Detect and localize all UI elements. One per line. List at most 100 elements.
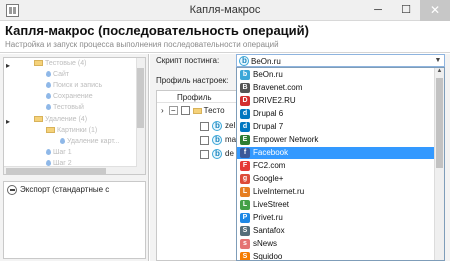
bravenet-icon: B xyxy=(240,83,250,93)
dropdown-item-privet[interactable]: P Privet.ru xyxy=(237,212,435,224)
tree-item-label: Поиск и запись xyxy=(53,82,103,89)
tree-item-kartinki[interactable]: Картинки (1) xyxy=(46,127,97,138)
script-dropdown-list: b BeOn.ru B Bravenet.com D DRIVE2.RU d Drupa… xyxy=(236,67,445,261)
column-label: Профиль xyxy=(177,93,212,102)
dropdown-item-drupal-6[interactable]: d Drupal 6 xyxy=(237,108,435,120)
dropdown-item-liveinternet[interactable]: L LiveInternet.ru xyxy=(237,186,435,198)
export-item[interactable]: Экспорт (стандартные с xyxy=(20,185,109,194)
page-title: Капля-макрос (последовательность операци… xyxy=(5,23,309,38)
drop-icon xyxy=(60,138,65,145)
tree-item-udalenie-kart[interactable]: Удаление карт... xyxy=(60,138,120,149)
fc2-icon: F xyxy=(240,161,250,171)
drop-icon xyxy=(46,82,51,89)
drupal-icon: d xyxy=(240,122,250,132)
livestreet-icon: L xyxy=(240,200,250,210)
dropdown-item-drupal-7[interactable]: d Drupal 7 xyxy=(237,121,435,133)
scrollbar-thumb[interactable] xyxy=(137,68,144,128)
folder-icon xyxy=(34,116,43,123)
chevron-right-icon[interactable]: › xyxy=(161,106,164,115)
dropdown-item-label: FC2.com xyxy=(253,161,286,170)
beon-icon xyxy=(212,149,222,159)
profile-row-label: ma xyxy=(225,135,237,145)
script-select[interactable]: BeOn.ru ▼ xyxy=(236,54,445,67)
folder-icon xyxy=(46,127,55,134)
scrollbar-thumb[interactable] xyxy=(6,168,106,174)
dropdown-item-label: Empower Network xyxy=(253,135,319,144)
checkbox[interactable] xyxy=(200,135,209,145)
tree-item-poisk[interactable]: Поиск и запись xyxy=(46,82,102,93)
expand-icon[interactable]: ▸ xyxy=(6,117,10,126)
tree-horizontal-scrollbar[interactable] xyxy=(4,166,137,174)
profile-row[interactable]: ma xyxy=(200,135,236,147)
beon-icon xyxy=(239,56,249,66)
tree-item-shag-1[interactable]: Шаг 1 xyxy=(46,149,72,160)
tree-vertical-scrollbar[interactable] xyxy=(136,58,145,174)
maximize-button[interactable]: ☐ xyxy=(392,0,420,21)
dropdown-item-label: Google+ xyxy=(253,174,284,183)
snews-icon: s xyxy=(240,239,250,249)
dropdown-item-facebook[interactable]: f Facebook xyxy=(237,147,435,159)
dropdown-item-label: DRIVE2.RU xyxy=(253,96,296,105)
dropdown-item-bravenet[interactable]: B Bravenet.com xyxy=(237,82,435,94)
santafox-icon: S xyxy=(240,226,250,236)
dropdown-item-google-plus[interactable]: g Google+ xyxy=(237,173,435,185)
google-plus-icon: g xyxy=(240,174,250,184)
facebook-icon: f xyxy=(240,148,250,158)
dropdown-item-label: Drupal 7 xyxy=(253,122,284,131)
dropdown-item-label: Bravenet.com xyxy=(253,83,303,92)
dropdown-item-label: Facebook xyxy=(253,148,289,157)
dropdown-item-label: LiveInternet.ru xyxy=(253,187,305,196)
dropdown-scrollbar[interactable]: ▲ xyxy=(434,68,444,260)
tree-item-label: Сохранение xyxy=(53,93,93,100)
dropdown-item-label: BeOn.ru xyxy=(253,70,283,79)
expand-icon[interactable]: ▸ xyxy=(6,61,10,70)
drop-icon xyxy=(46,71,51,78)
profile-row[interactable]: › − Тесто xyxy=(161,106,225,118)
collapse-icon[interactable]: − xyxy=(168,106,178,116)
checkbox[interactable] xyxy=(180,106,190,116)
dropdown-item-fc2[interactable]: F FC2.com xyxy=(237,160,435,172)
tree-item-label: Картинки (1) xyxy=(57,127,98,134)
dropdown-item-empower[interactable]: E Empower Network xyxy=(237,134,435,146)
beon-icon xyxy=(212,135,222,145)
chevron-down-icon[interactable]: ▼ xyxy=(433,56,443,65)
scroll-up-icon[interactable]: ▲ xyxy=(435,68,444,77)
dropdown-item-snews[interactable]: s sNews xyxy=(237,238,435,250)
beon-icon xyxy=(212,121,222,131)
checkbox[interactable] xyxy=(200,121,209,131)
left-panel: ▸ Тестовые (4) Сайт Поиск и запись Сохра… xyxy=(0,54,149,261)
drupal-icon: d xyxy=(240,109,250,119)
dropdown-item-santafox[interactable]: S Santafox xyxy=(237,225,435,237)
profile-row-label: de xyxy=(225,149,234,159)
drive2-icon: D xyxy=(240,96,250,106)
minimize-button[interactable]: ─ xyxy=(364,0,392,21)
checkbox[interactable] xyxy=(200,149,209,159)
tree-item-testovyi[interactable]: Тестовый xyxy=(46,104,84,115)
dropdown-item-drive2[interactable]: D DRIVE2.RU xyxy=(237,95,435,107)
dropdown-item-label: sNews xyxy=(253,239,278,248)
dropdown-item-livestreet[interactable]: L LiveStreet xyxy=(237,199,435,211)
tree-item-sohranenie[interactable]: Сохранение xyxy=(46,93,93,104)
profile-row-label: zel xyxy=(225,121,236,131)
tree-item-label: Шаг 1 xyxy=(53,149,72,156)
profile-row[interactable]: zel xyxy=(200,121,235,133)
page-subtitle: Настройка и запуск процесса выполнения п… xyxy=(5,40,279,49)
privet-icon: P xyxy=(240,213,250,223)
folder-icon xyxy=(192,107,202,114)
script-label: Скрипт постинга: xyxy=(156,56,220,65)
dropdown-item-squidoo[interactable]: S Squidoo xyxy=(237,251,435,260)
tree-item-label: Удаление карт... xyxy=(67,138,120,145)
script-select-value: BeOn.ru xyxy=(251,57,281,66)
scrollbar-thumb[interactable] xyxy=(436,78,443,168)
drop-icon xyxy=(46,149,51,156)
tree-item-label: Тестовый xyxy=(53,104,84,111)
dropdown-item-label: Drupal 6 xyxy=(253,109,284,118)
export-list: Экспорт (стандартные с xyxy=(3,181,146,259)
title-bar: Капля-макрос ─ ☐ ✕ xyxy=(0,0,450,21)
profile-label: Профиль настроек: xyxy=(156,76,229,85)
tree-item-label: Сайт xyxy=(53,71,70,78)
profile-row[interactable]: de xyxy=(200,149,234,161)
close-button[interactable]: ✕ xyxy=(420,0,450,21)
tree-item-sait[interactable]: Сайт xyxy=(46,71,69,82)
dropdown-item-beon[interactable]: b BeOn.ru xyxy=(237,69,435,81)
